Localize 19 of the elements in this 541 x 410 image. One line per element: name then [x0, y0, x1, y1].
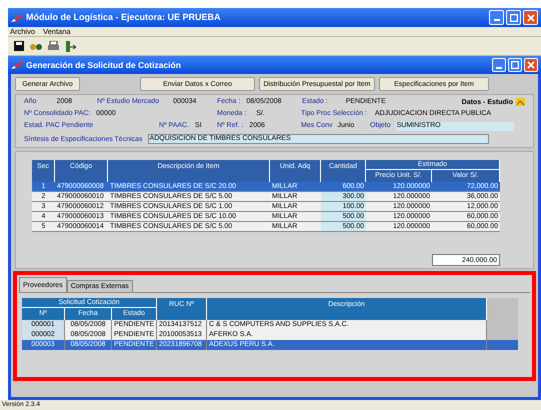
exit-door-icon[interactable] — [65, 40, 76, 52]
maximize-button[interactable] — [506, 10, 521, 25]
window-title: Generación de Solicitud de Cotización — [26, 60, 181, 70]
minimize-button[interactable] — [489, 10, 504, 25]
window-title: Módulo de Logística - Ejecutora: UE PRUEBA — [26, 13, 221, 22]
close-icon — [526, 14, 534, 22]
close-button[interactable] — [523, 10, 538, 25]
maximize-icon — [511, 61, 519, 69]
maximize-icon — [510, 14, 518, 22]
minimize-icon — [496, 66, 502, 68]
pencil-icon — [11, 14, 23, 22]
close-button[interactable] — [524, 58, 538, 72]
print-icon[interactable] — [48, 41, 59, 51]
save-icon[interactable] — [14, 41, 24, 51]
minimize-icon — [494, 19, 500, 21]
pencil-icon — [11, 61, 23, 69]
close-icon — [527, 61, 535, 69]
maximize-button[interactable] — [508, 58, 522, 72]
minimize-button[interactable] — [492, 58, 506, 72]
